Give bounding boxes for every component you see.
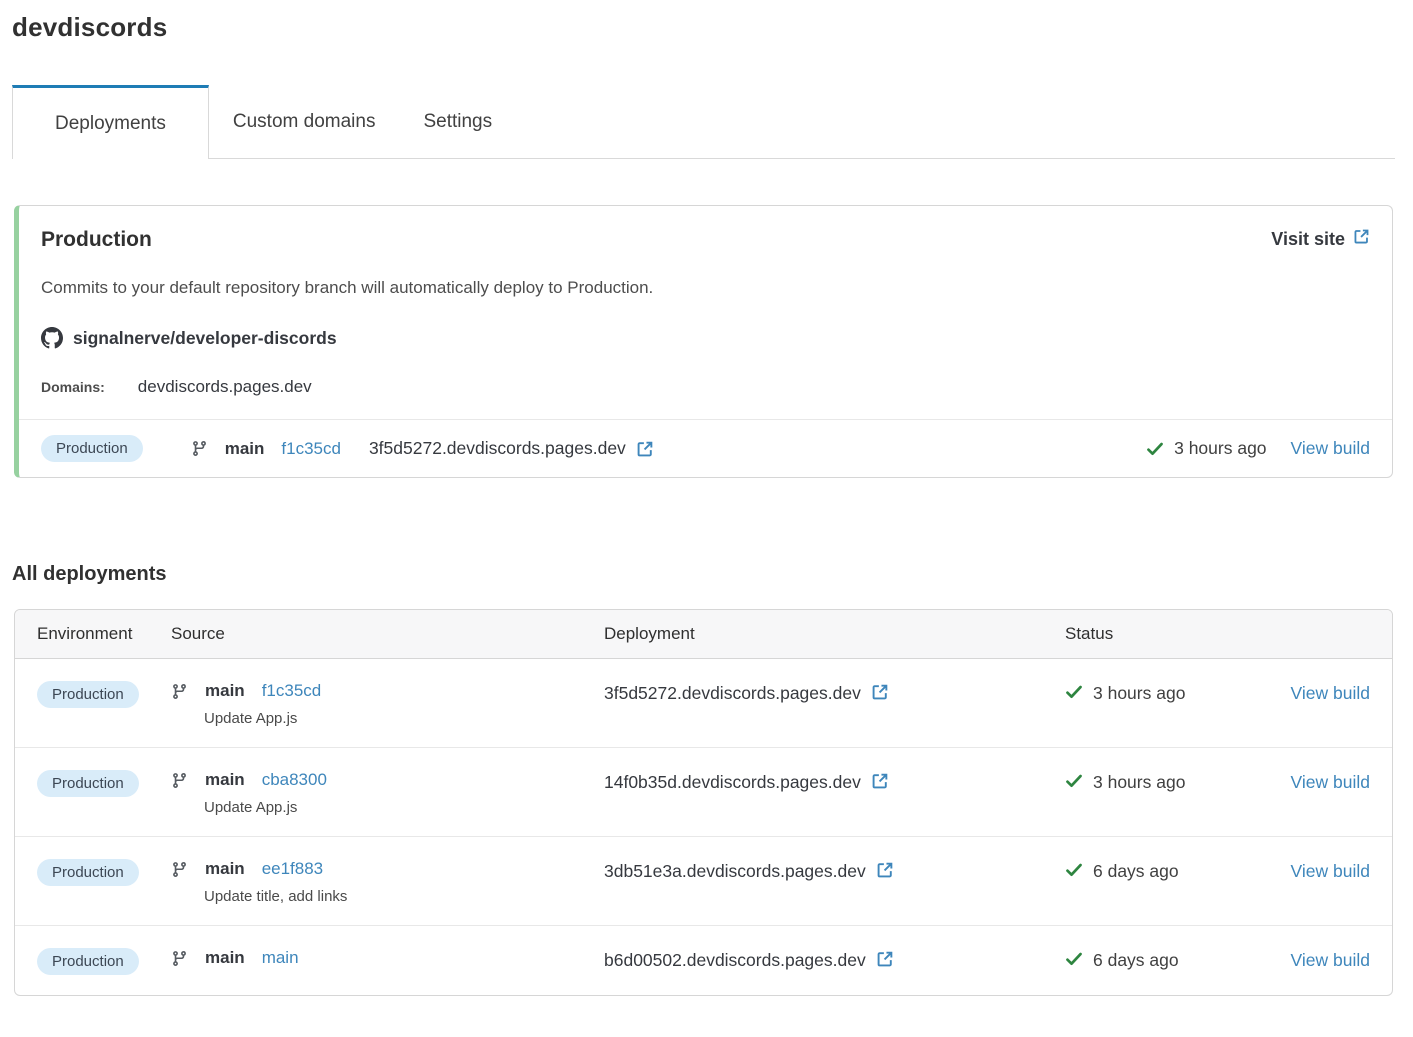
production-description: Commits to your default repository branc… — [41, 278, 1370, 298]
environment-badge: Production — [37, 681, 139, 708]
status-time: 6 days ago — [1093, 861, 1179, 882]
tab-label: Deployments — [55, 113, 166, 135]
column-environment: Environment — [37, 624, 171, 644]
external-link-icon[interactable] — [876, 950, 894, 968]
branch-name: main — [205, 859, 245, 879]
tab-label: Settings — [423, 111, 492, 133]
check-icon — [1065, 861, 1083, 879]
git-branch-icon — [171, 772, 188, 789]
status-time: 3 hours ago — [1093, 772, 1185, 793]
production-card-title: Production — [41, 228, 152, 252]
column-deployment: Deployment — [604, 624, 1065, 644]
branch-name: main — [205, 770, 245, 790]
tab-settings[interactable]: Settings — [399, 85, 516, 158]
commit-message: Update App.js — [204, 710, 604, 727]
view-build-link[interactable]: View build — [1291, 438, 1370, 459]
check-icon — [1146, 440, 1164, 458]
commit-link[interactable]: cba8300 — [262, 770, 327, 790]
status-time: 3 hours ago — [1174, 438, 1266, 459]
table-header: Environment Source Deployment Status — [15, 610, 1392, 659]
external-link-icon[interactable] — [636, 440, 654, 458]
git-branch-icon — [171, 861, 188, 878]
commit-message: Update title, add links — [204, 888, 604, 905]
view-build-link[interactable]: View build — [1291, 772, 1370, 792]
domains-label: Domains: — [41, 379, 105, 395]
git-branch-icon — [171, 950, 188, 967]
commit-link[interactable]: main — [262, 948, 299, 968]
table-row: Production main f1c35cd Update App.js 3f… — [15, 659, 1392, 748]
all-deployments-title: All deployments — [12, 563, 1393, 586]
table-row: Production main ee1f883 Update title, ad… — [15, 837, 1392, 926]
environment-badge: Production — [41, 435, 143, 462]
table-row: Production main main b6d00502.devdiscord… — [15, 926, 1392, 995]
deployment-url: 14f0b35d.devdiscords.pages.dev — [604, 772, 861, 793]
branch-name: main — [225, 439, 265, 459]
visit-site-link[interactable]: Visit site — [1271, 228, 1370, 250]
column-source: Source — [171, 624, 604, 644]
commit-link[interactable]: ee1f883 — [262, 859, 323, 879]
status-time: 6 days ago — [1093, 950, 1179, 971]
check-icon — [1065, 772, 1083, 790]
view-build-link[interactable]: View build — [1291, 683, 1370, 703]
deployment-url: 3f5d5272.devdiscords.pages.dev — [369, 438, 626, 459]
status-time: 3 hours ago — [1093, 683, 1185, 704]
external-link-icon[interactable] — [871, 772, 889, 790]
column-status: Status — [1065, 624, 1262, 644]
deployments-table: Environment Source Deployment Status Pro… — [14, 609, 1393, 996]
production-deployment-row: Production main f1c35cd 3f5d5272.devdisc… — [19, 419, 1392, 477]
branch-name: main — [205, 681, 245, 701]
view-build-link[interactable]: View build — [1291, 861, 1370, 881]
domains-value: devdiscords.pages.dev — [138, 377, 312, 397]
environment-badge: Production — [37, 859, 139, 886]
external-link-icon[interactable] — [871, 683, 889, 701]
page-title: devdiscords — [12, 12, 1393, 43]
tab-custom-domains[interactable]: Custom domains — [209, 85, 400, 158]
visit-site-label: Visit site — [1271, 229, 1345, 250]
commit-link[interactable]: f1c35cd — [281, 439, 341, 459]
check-icon — [1065, 950, 1083, 968]
check-icon — [1065, 683, 1083, 701]
external-link-icon[interactable] — [876, 861, 894, 879]
tab-deployments[interactable]: Deployments — [12, 85, 209, 159]
environment-badge: Production — [37, 770, 139, 797]
git-branch-icon — [171, 683, 188, 700]
github-icon — [41, 327, 63, 349]
git-branch-icon — [191, 440, 208, 457]
external-link-icon — [1353, 228, 1370, 250]
tab-bar: Deployments Custom domains Settings — [12, 85, 1395, 159]
deployment-url: 3db51e3a.devdiscords.pages.dev — [604, 861, 866, 882]
page-root: devdiscords Deployments Custom domains S… — [0, 0, 1413, 996]
production-card: Production Visit site Commits to your de… — [14, 205, 1393, 478]
environment-badge: Production — [37, 948, 139, 975]
tab-label: Custom domains — [233, 111, 376, 133]
view-build-link[interactable]: View build — [1291, 950, 1370, 970]
commit-link[interactable]: f1c35cd — [262, 681, 322, 701]
repo-name: signalnerve/developer-discords — [73, 328, 337, 349]
table-row: Production main cba8300 Update App.js 14… — [15, 748, 1392, 837]
deployment-url: b6d00502.devdiscords.pages.dev — [604, 950, 866, 971]
deployment-url: 3f5d5272.devdiscords.pages.dev — [604, 683, 861, 704]
branch-name: main — [205, 948, 245, 968]
commit-message: Update App.js — [204, 799, 604, 816]
